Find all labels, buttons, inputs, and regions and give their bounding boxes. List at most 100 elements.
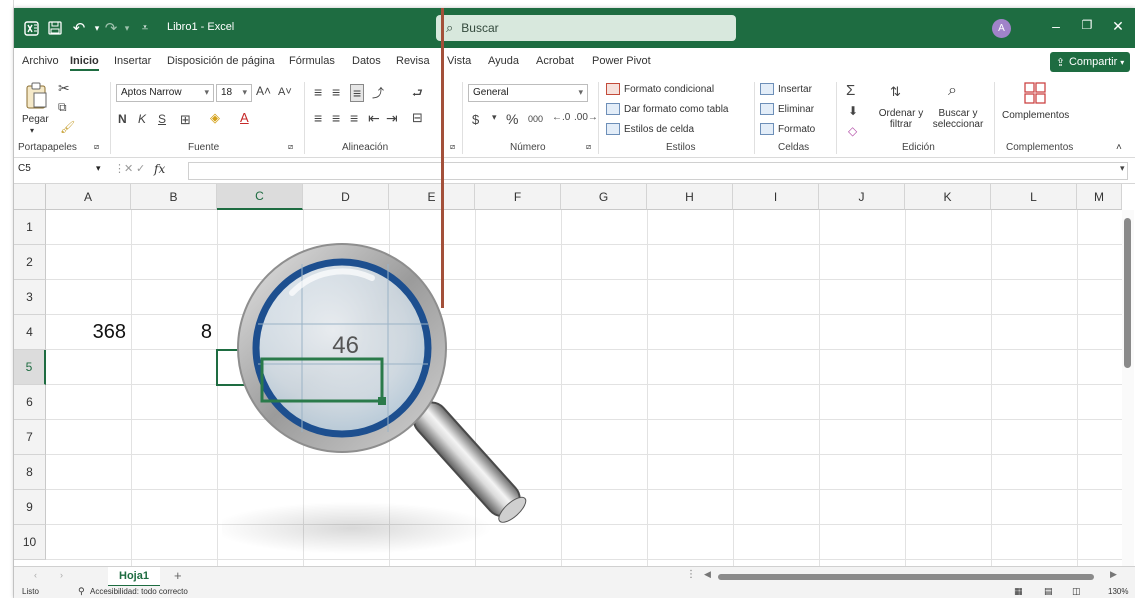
wrap-text-icon[interactable]: ⮐ — [412, 84, 423, 105]
tab-insertar[interactable]: Insertar — [114, 55, 151, 67]
format-cells-button[interactable]: Formato — [760, 122, 830, 138]
decrease-font-icon[interactable]: A˅ — [278, 86, 292, 98]
alignment-launcher-icon[interactable]: ⧄ — [450, 142, 455, 152]
restore-icon[interactable]: ❐ — [1077, 18, 1097, 32]
worksheet-grid[interactable]: A B C D E F G H I J K L M 1 2 3 4 5 6 7 … — [14, 184, 1135, 566]
column-header-g[interactable]: G — [561, 184, 647, 210]
increase-font-icon[interactable]: A˄ — [256, 84, 271, 98]
column-header-d[interactable]: D — [303, 184, 389, 210]
name-box[interactable]: C5 ▾ — [18, 163, 110, 179]
scroll-right-icon[interactable]: ▶ — [1110, 569, 1117, 580]
number-format-select[interactable]: General ▾ — [468, 84, 588, 102]
avatar[interactable]: A — [992, 19, 1011, 38]
font-size-select[interactable]: 18 ▾ — [216, 84, 252, 102]
row-header-1[interactable]: 1 — [14, 210, 46, 245]
tab-vista[interactable]: Vista — [447, 55, 471, 67]
addins-button[interactable]: Complementos — [1002, 80, 1072, 136]
row-header-4[interactable]: 4 — [14, 315, 46, 350]
prev-sheet-icon[interactable]: ‹ — [34, 570, 37, 580]
align-top-icon[interactable]: ≡ — [314, 84, 322, 100]
tab-archivo[interactable]: Archivo — [22, 55, 59, 67]
fill-color-icon[interactable]: ◈ — [210, 110, 220, 126]
cell-b4[interactable]: 8 — [140, 321, 212, 344]
horizontal-scrollbar-thumb[interactable] — [718, 574, 1094, 580]
align-left-icon[interactable]: ≡ — [314, 110, 322, 126]
merge-center-icon[interactable]: ⊟ — [412, 110, 423, 126]
fill-icon[interactable]: ⬇ — [848, 104, 858, 118]
number-launcher-icon[interactable]: ⧄ — [586, 142, 591, 152]
row-header-10[interactable]: 10 — [14, 525, 46, 560]
font-color-icon[interactable]: A — [240, 110, 249, 125]
row-header-3[interactable]: 3 — [14, 280, 46, 315]
font-launcher-icon[interactable]: ⧄ — [288, 142, 293, 152]
save-icon[interactable] — [46, 19, 64, 37]
formula-input[interactable] — [188, 162, 1128, 180]
select-all-corner[interactable] — [14, 184, 46, 210]
column-header-i[interactable]: I — [733, 184, 819, 210]
tab-revisar[interactable]: Revisa — [396, 55, 430, 67]
row-header-9[interactable]: 9 — [14, 490, 46, 525]
orientation-icon[interactable]: ⤴ — [372, 84, 384, 101]
tab-inicio[interactable]: Inicio — [70, 55, 99, 71]
delete-cells-button[interactable]: Eliminar — [760, 102, 830, 118]
tab-ayuda[interactable]: Ayuda — [488, 55, 519, 67]
search-input[interactable]: ⌕ Buscar — [436, 15, 736, 41]
tab-disposicion[interactable]: Disposición de página — [167, 55, 275, 67]
clipboard-launcher-icon[interactable]: ⧄ — [94, 142, 99, 152]
row-header-6[interactable]: 6 — [14, 385, 46, 420]
percent-button[interactable]: % — [506, 111, 518, 127]
find-select-button[interactable]: ⌕ Buscar y seleccionar — [928, 80, 988, 136]
expand-formula-icon[interactable]: ▾ — [1120, 163, 1125, 174]
tab-acrobat[interactable]: Acrobat — [536, 55, 574, 67]
sort-filter-button[interactable]: ⇅ Ordenar y filtrar — [876, 80, 926, 136]
tab-datos[interactable]: Datos — [352, 55, 381, 67]
confirm-entry-icon[interactable]: ✓ — [136, 162, 145, 175]
sheet-tab-hoja1[interactable]: Hoja1 — [108, 567, 160, 587]
undo-icon[interactable]: ↶ — [70, 19, 88, 37]
minimize-icon[interactable]: – — [1046, 18, 1066, 34]
cancel-entry-icon[interactable]: ✕ — [124, 162, 133, 175]
align-middle-icon[interactable]: ≡ — [332, 84, 340, 100]
font-name-select[interactable]: Aptos Narrow ▾ — [116, 84, 214, 102]
close-icon[interactable]: ✕ — [1108, 18, 1128, 35]
align-center-icon[interactable]: ≡ — [332, 110, 340, 126]
insert-cells-button[interactable]: Insertar — [760, 82, 830, 98]
normal-view-icon[interactable]: ▦ — [1014, 586, 1023, 597]
column-header-c[interactable]: C — [217, 184, 303, 210]
autosum-icon[interactable]: Σ — [846, 82, 855, 99]
clear-icon[interactable]: ◇ — [848, 124, 857, 138]
bold-button[interactable]: N — [118, 112, 127, 126]
format-painter-icon[interactable]: 🖌 — [60, 120, 75, 134]
increase-indent-icon[interactable]: ⇥ — [386, 110, 398, 127]
decrease-indent-icon[interactable]: ⇤ — [368, 110, 380, 127]
conditional-format-button[interactable]: Formato condicional — [606, 82, 766, 98]
vertical-scrollbar[interactable] — [1122, 210, 1134, 566]
cell-a4[interactable]: 368 — [54, 321, 126, 344]
add-sheet-button[interactable]: + — [174, 568, 182, 583]
column-header-e[interactable]: E — [389, 184, 475, 210]
column-header-l[interactable]: L — [991, 184, 1077, 210]
tab-power-pivot[interactable]: Power Pivot — [592, 55, 651, 67]
italic-button[interactable]: K — [138, 112, 146, 126]
share-button[interactable]: ⇪ Compartir ▾ — [1050, 52, 1130, 72]
tab-formulas[interactable]: Fórmulas — [289, 55, 335, 67]
column-header-a[interactable]: A — [46, 184, 131, 210]
next-sheet-icon[interactable]: › — [60, 570, 63, 580]
row-header-2[interactable]: 2 — [14, 245, 46, 280]
increase-decimal-icon[interactable]: ←.0 — [552, 112, 570, 123]
tab-split-icon[interactable]: ⋮ — [686, 569, 696, 580]
row-header-5[interactable]: 5 — [14, 350, 46, 385]
zoom-level[interactable]: 130% — [1108, 587, 1128, 596]
column-header-j[interactable]: J — [819, 184, 905, 210]
currency-dropdown-icon[interactable]: ▾ — [492, 112, 497, 123]
underline-button[interactable]: S — [158, 112, 166, 126]
column-header-f[interactable]: F — [475, 184, 561, 210]
column-header-b[interactable]: B — [131, 184, 217, 210]
borders-icon[interactable]: ⊞ — [180, 112, 191, 128]
decrease-decimal-icon[interactable]: .00→ — [574, 112, 598, 123]
scroll-left-icon[interactable]: ◀ — [704, 569, 711, 580]
thousands-button[interactable]: 000 — [528, 114, 543, 124]
column-header-k[interactable]: K — [905, 184, 991, 210]
copy-icon[interactable]: ⧉ — [58, 100, 67, 115]
cut-icon[interactable]: ✂ — [58, 80, 70, 97]
